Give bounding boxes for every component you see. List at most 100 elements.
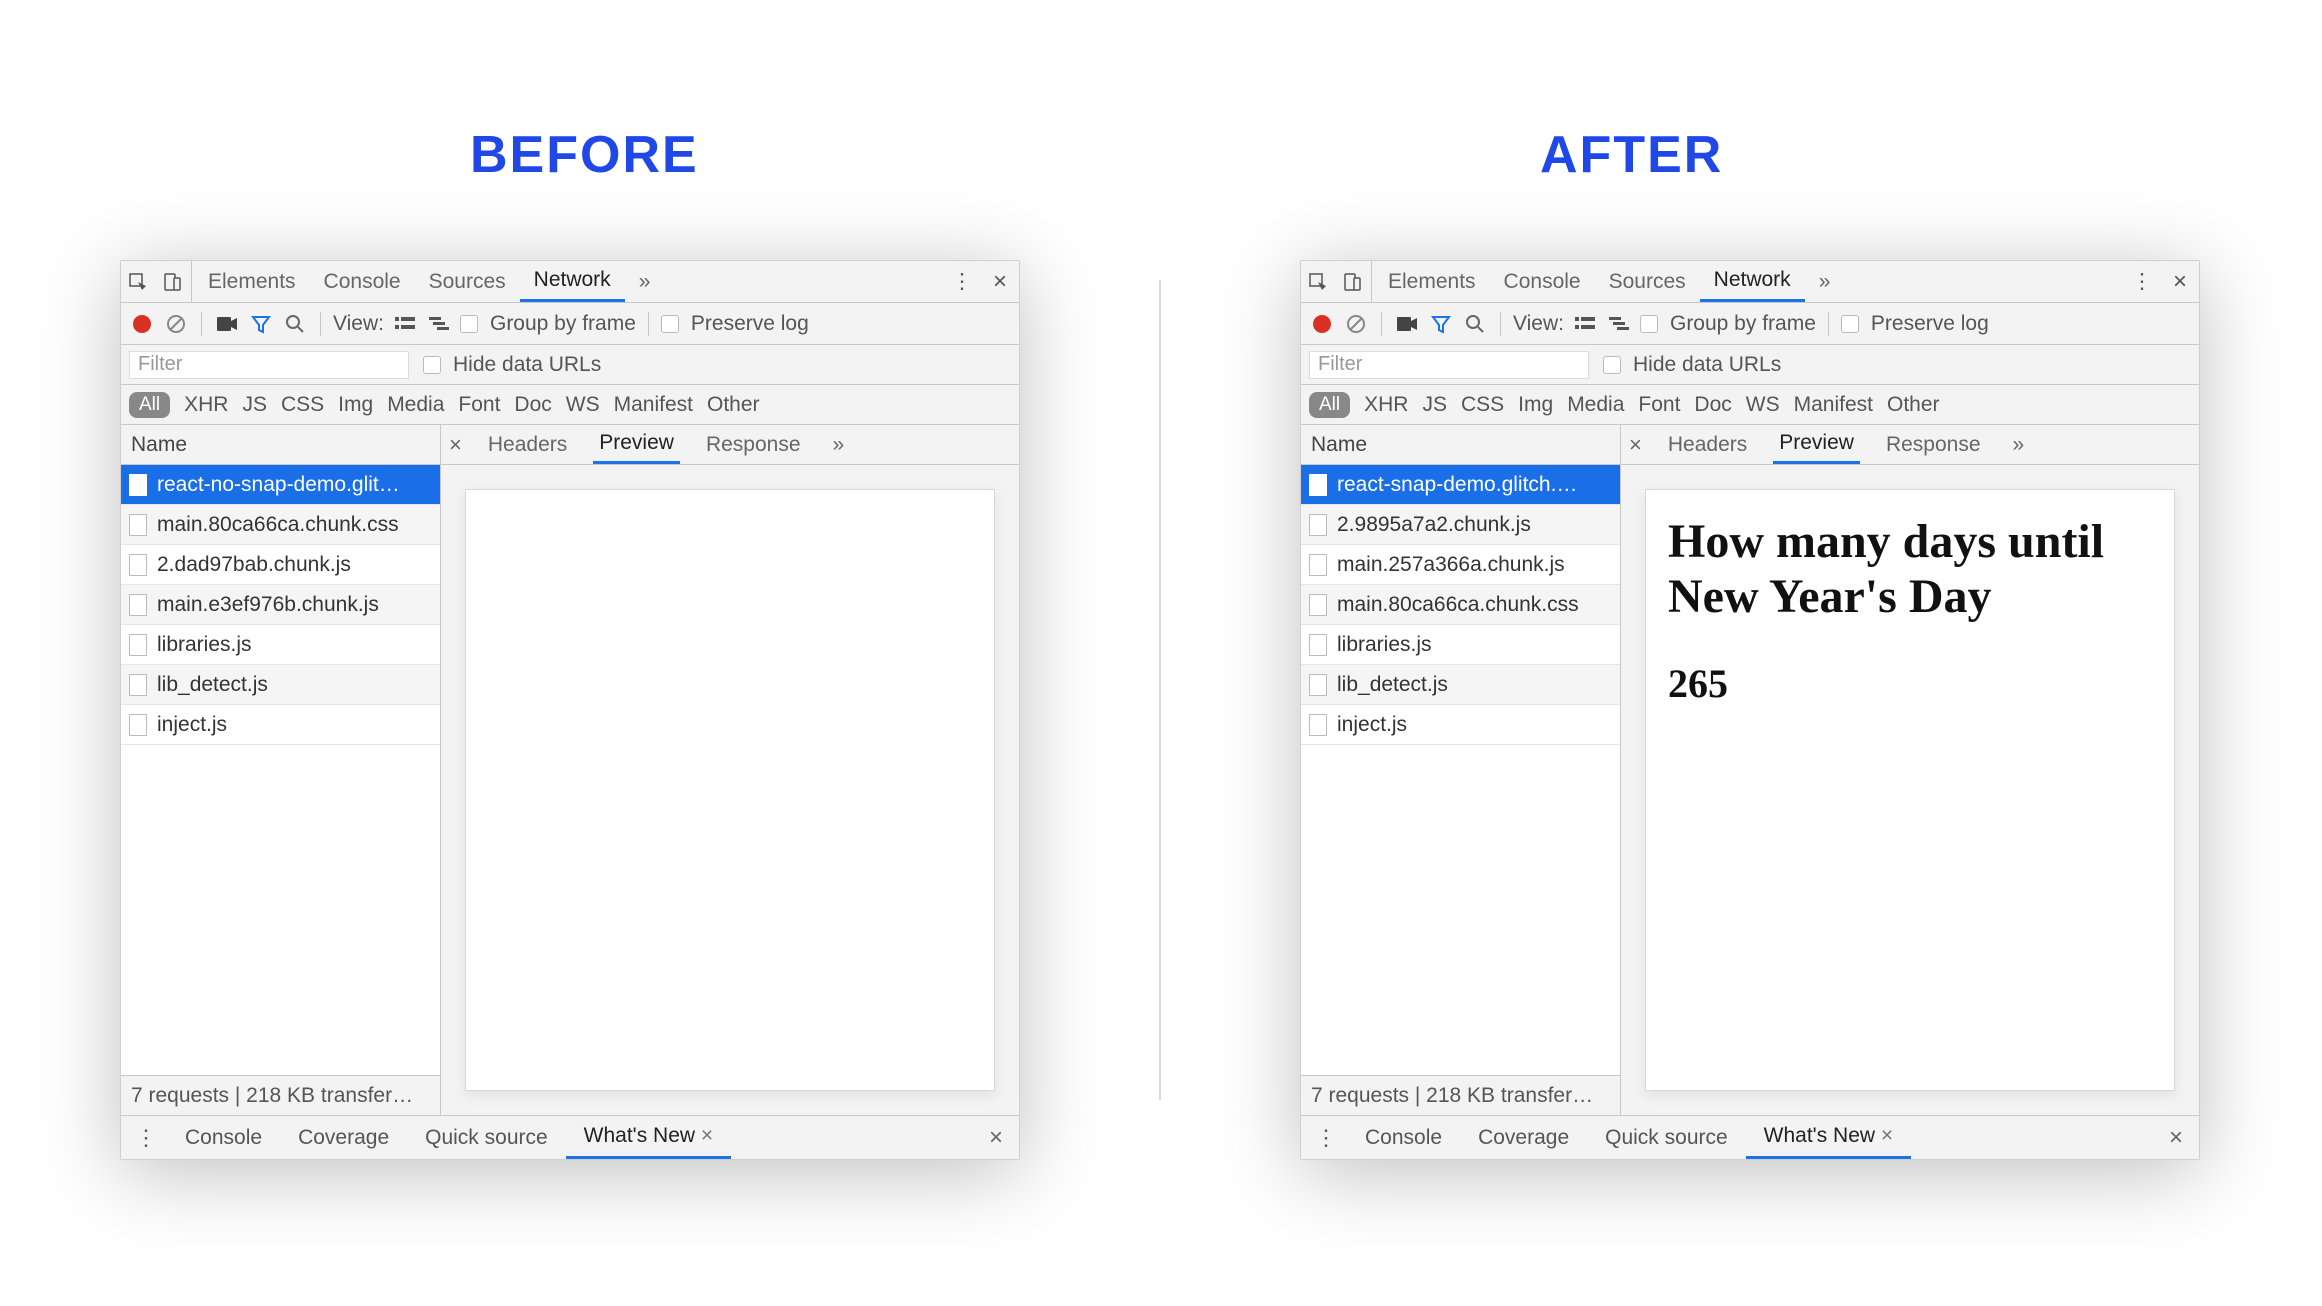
close-icon[interactable]: × — [2161, 268, 2199, 296]
request-row[interactable]: 2.dad97bab.chunk.js — [121, 545, 440, 585]
clear-icon[interactable] — [163, 311, 189, 337]
filter-icon[interactable] — [248, 311, 274, 337]
name-header[interactable]: Name — [1301, 425, 1620, 465]
drawer-whats-new[interactable]: What's New × — [1746, 1116, 1911, 1159]
tab-sources[interactable]: Sources — [1595, 261, 1700, 302]
drawer-quick-source[interactable]: Quick source — [1587, 1116, 1746, 1159]
close-icon[interactable]: × — [981, 268, 1019, 296]
kebab-menu-icon[interactable]: ⋮ — [2123, 269, 2161, 294]
device-icon[interactable] — [155, 261, 189, 302]
tab-more[interactable]: » — [625, 261, 665, 302]
camera-icon[interactable] — [214, 311, 240, 337]
drawer-menu-icon[interactable]: ⋮ — [125, 1116, 167, 1159]
request-row[interactable]: inject.js — [121, 705, 440, 745]
type-manifest[interactable]: Manifest — [1794, 393, 1873, 417]
subtab-response[interactable]: Response — [700, 425, 807, 464]
subtab-preview[interactable]: Preview — [1773, 425, 1860, 464]
tab-network[interactable]: Network — [520, 261, 625, 302]
drawer-console[interactable]: Console — [167, 1116, 280, 1159]
type-media[interactable]: Media — [1567, 393, 1624, 417]
search-icon[interactable] — [282, 311, 308, 337]
group-by-frame-checkbox[interactable]: Group by frame — [1640, 312, 1816, 336]
waterfall-icon[interactable] — [426, 311, 452, 337]
record-icon[interactable] — [1309, 311, 1335, 337]
request-row[interactable]: main.257a366a.chunk.js — [1301, 545, 1620, 585]
filter-icon[interactable] — [1428, 311, 1454, 337]
name-header[interactable]: Name — [121, 425, 440, 465]
filter-input[interactable]: Filter — [129, 351, 409, 379]
type-all[interactable]: All — [1309, 392, 1350, 418]
request-row[interactable]: lib_detect.js — [1301, 665, 1620, 705]
type-ws[interactable]: WS — [566, 393, 600, 417]
inspect-icon[interactable] — [121, 261, 155, 302]
request-row[interactable]: react-snap-demo.glitch.… — [1301, 465, 1620, 505]
close-details-icon[interactable]: × — [1629, 432, 1642, 458]
filter-input[interactable]: Filter — [1309, 351, 1589, 379]
request-row[interactable]: main.80ca66ca.chunk.css — [1301, 585, 1620, 625]
inspect-icon[interactable] — [1301, 261, 1335, 302]
type-js[interactable]: JS — [242, 393, 267, 417]
preserve-log-checkbox[interactable]: Preserve log — [661, 312, 809, 336]
type-js[interactable]: JS — [1422, 393, 1447, 417]
type-ws[interactable]: WS — [1746, 393, 1780, 417]
drawer-menu-icon[interactable]: ⋮ — [1305, 1116, 1347, 1159]
request-row[interactable]: main.80ca66ca.chunk.css — [121, 505, 440, 545]
preserve-log-checkbox[interactable]: Preserve log — [1841, 312, 1989, 336]
large-rows-icon[interactable] — [1572, 311, 1598, 337]
kebab-menu-icon[interactable]: ⋮ — [943, 269, 981, 294]
waterfall-icon[interactable] — [1606, 311, 1632, 337]
drawer-console[interactable]: Console — [1347, 1116, 1460, 1159]
type-font[interactable]: Font — [1638, 393, 1680, 417]
clear-icon[interactable] — [1343, 311, 1369, 337]
tab-elements[interactable]: Elements — [194, 261, 310, 302]
hide-data-urls-checkbox[interactable]: Hide data URLs — [1603, 353, 1781, 377]
close-tab-icon[interactable]: × — [1881, 1124, 1893, 1148]
type-css[interactable]: CSS — [281, 393, 324, 417]
request-row[interactable]: 2.9895a7a2.chunk.js — [1301, 505, 1620, 545]
request-row[interactable]: libraries.js — [121, 625, 440, 665]
tab-elements[interactable]: Elements — [1374, 261, 1490, 302]
large-rows-icon[interactable] — [392, 311, 418, 337]
type-xhr[interactable]: XHR — [1364, 393, 1408, 417]
drawer-coverage[interactable]: Coverage — [280, 1116, 407, 1159]
type-manifest[interactable]: Manifest — [614, 393, 693, 417]
request-row[interactable]: react-no-snap-demo.glit… — [121, 465, 440, 505]
tab-sources[interactable]: Sources — [415, 261, 520, 302]
search-icon[interactable] — [1462, 311, 1488, 337]
subtab-more[interactable]: » — [2007, 425, 2031, 464]
request-row[interactable]: main.e3ef976b.chunk.js — [121, 585, 440, 625]
device-icon[interactable] — [1335, 261, 1369, 302]
drawer-close-icon[interactable]: × — [977, 1124, 1015, 1152]
tab-network[interactable]: Network — [1700, 261, 1805, 302]
hide-data-urls-checkbox[interactable]: Hide data URLs — [423, 353, 601, 377]
subtab-response[interactable]: Response — [1880, 425, 1987, 464]
type-doc[interactable]: Doc — [514, 393, 551, 417]
tab-more[interactable]: » — [1805, 261, 1845, 302]
drawer-quick-source[interactable]: Quick source — [407, 1116, 566, 1159]
subtab-more[interactable]: » — [827, 425, 851, 464]
drawer-whats-new[interactable]: What's New × — [566, 1116, 731, 1159]
type-img[interactable]: Img — [1518, 393, 1553, 417]
request-row[interactable]: inject.js — [1301, 705, 1620, 745]
group-by-frame-checkbox[interactable]: Group by frame — [460, 312, 636, 336]
type-other[interactable]: Other — [707, 393, 760, 417]
type-media[interactable]: Media — [387, 393, 444, 417]
subtab-preview[interactable]: Preview — [593, 425, 680, 464]
drawer-close-icon[interactable]: × — [2157, 1124, 2195, 1152]
type-img[interactable]: Img — [338, 393, 373, 417]
type-other[interactable]: Other — [1887, 393, 1940, 417]
close-tab-icon[interactable]: × — [701, 1124, 713, 1148]
request-row[interactable]: lib_detect.js — [121, 665, 440, 705]
type-doc[interactable]: Doc — [1694, 393, 1731, 417]
tab-console[interactable]: Console — [1490, 261, 1595, 302]
type-font[interactable]: Font — [458, 393, 500, 417]
type-xhr[interactable]: XHR — [184, 393, 228, 417]
subtab-headers[interactable]: Headers — [482, 425, 573, 464]
type-css[interactable]: CSS — [1461, 393, 1504, 417]
request-row[interactable]: libraries.js — [1301, 625, 1620, 665]
type-all[interactable]: All — [129, 392, 170, 418]
close-details-icon[interactable]: × — [449, 432, 462, 458]
drawer-coverage[interactable]: Coverage — [1460, 1116, 1587, 1159]
tab-console[interactable]: Console — [310, 261, 415, 302]
subtab-headers[interactable]: Headers — [1662, 425, 1753, 464]
